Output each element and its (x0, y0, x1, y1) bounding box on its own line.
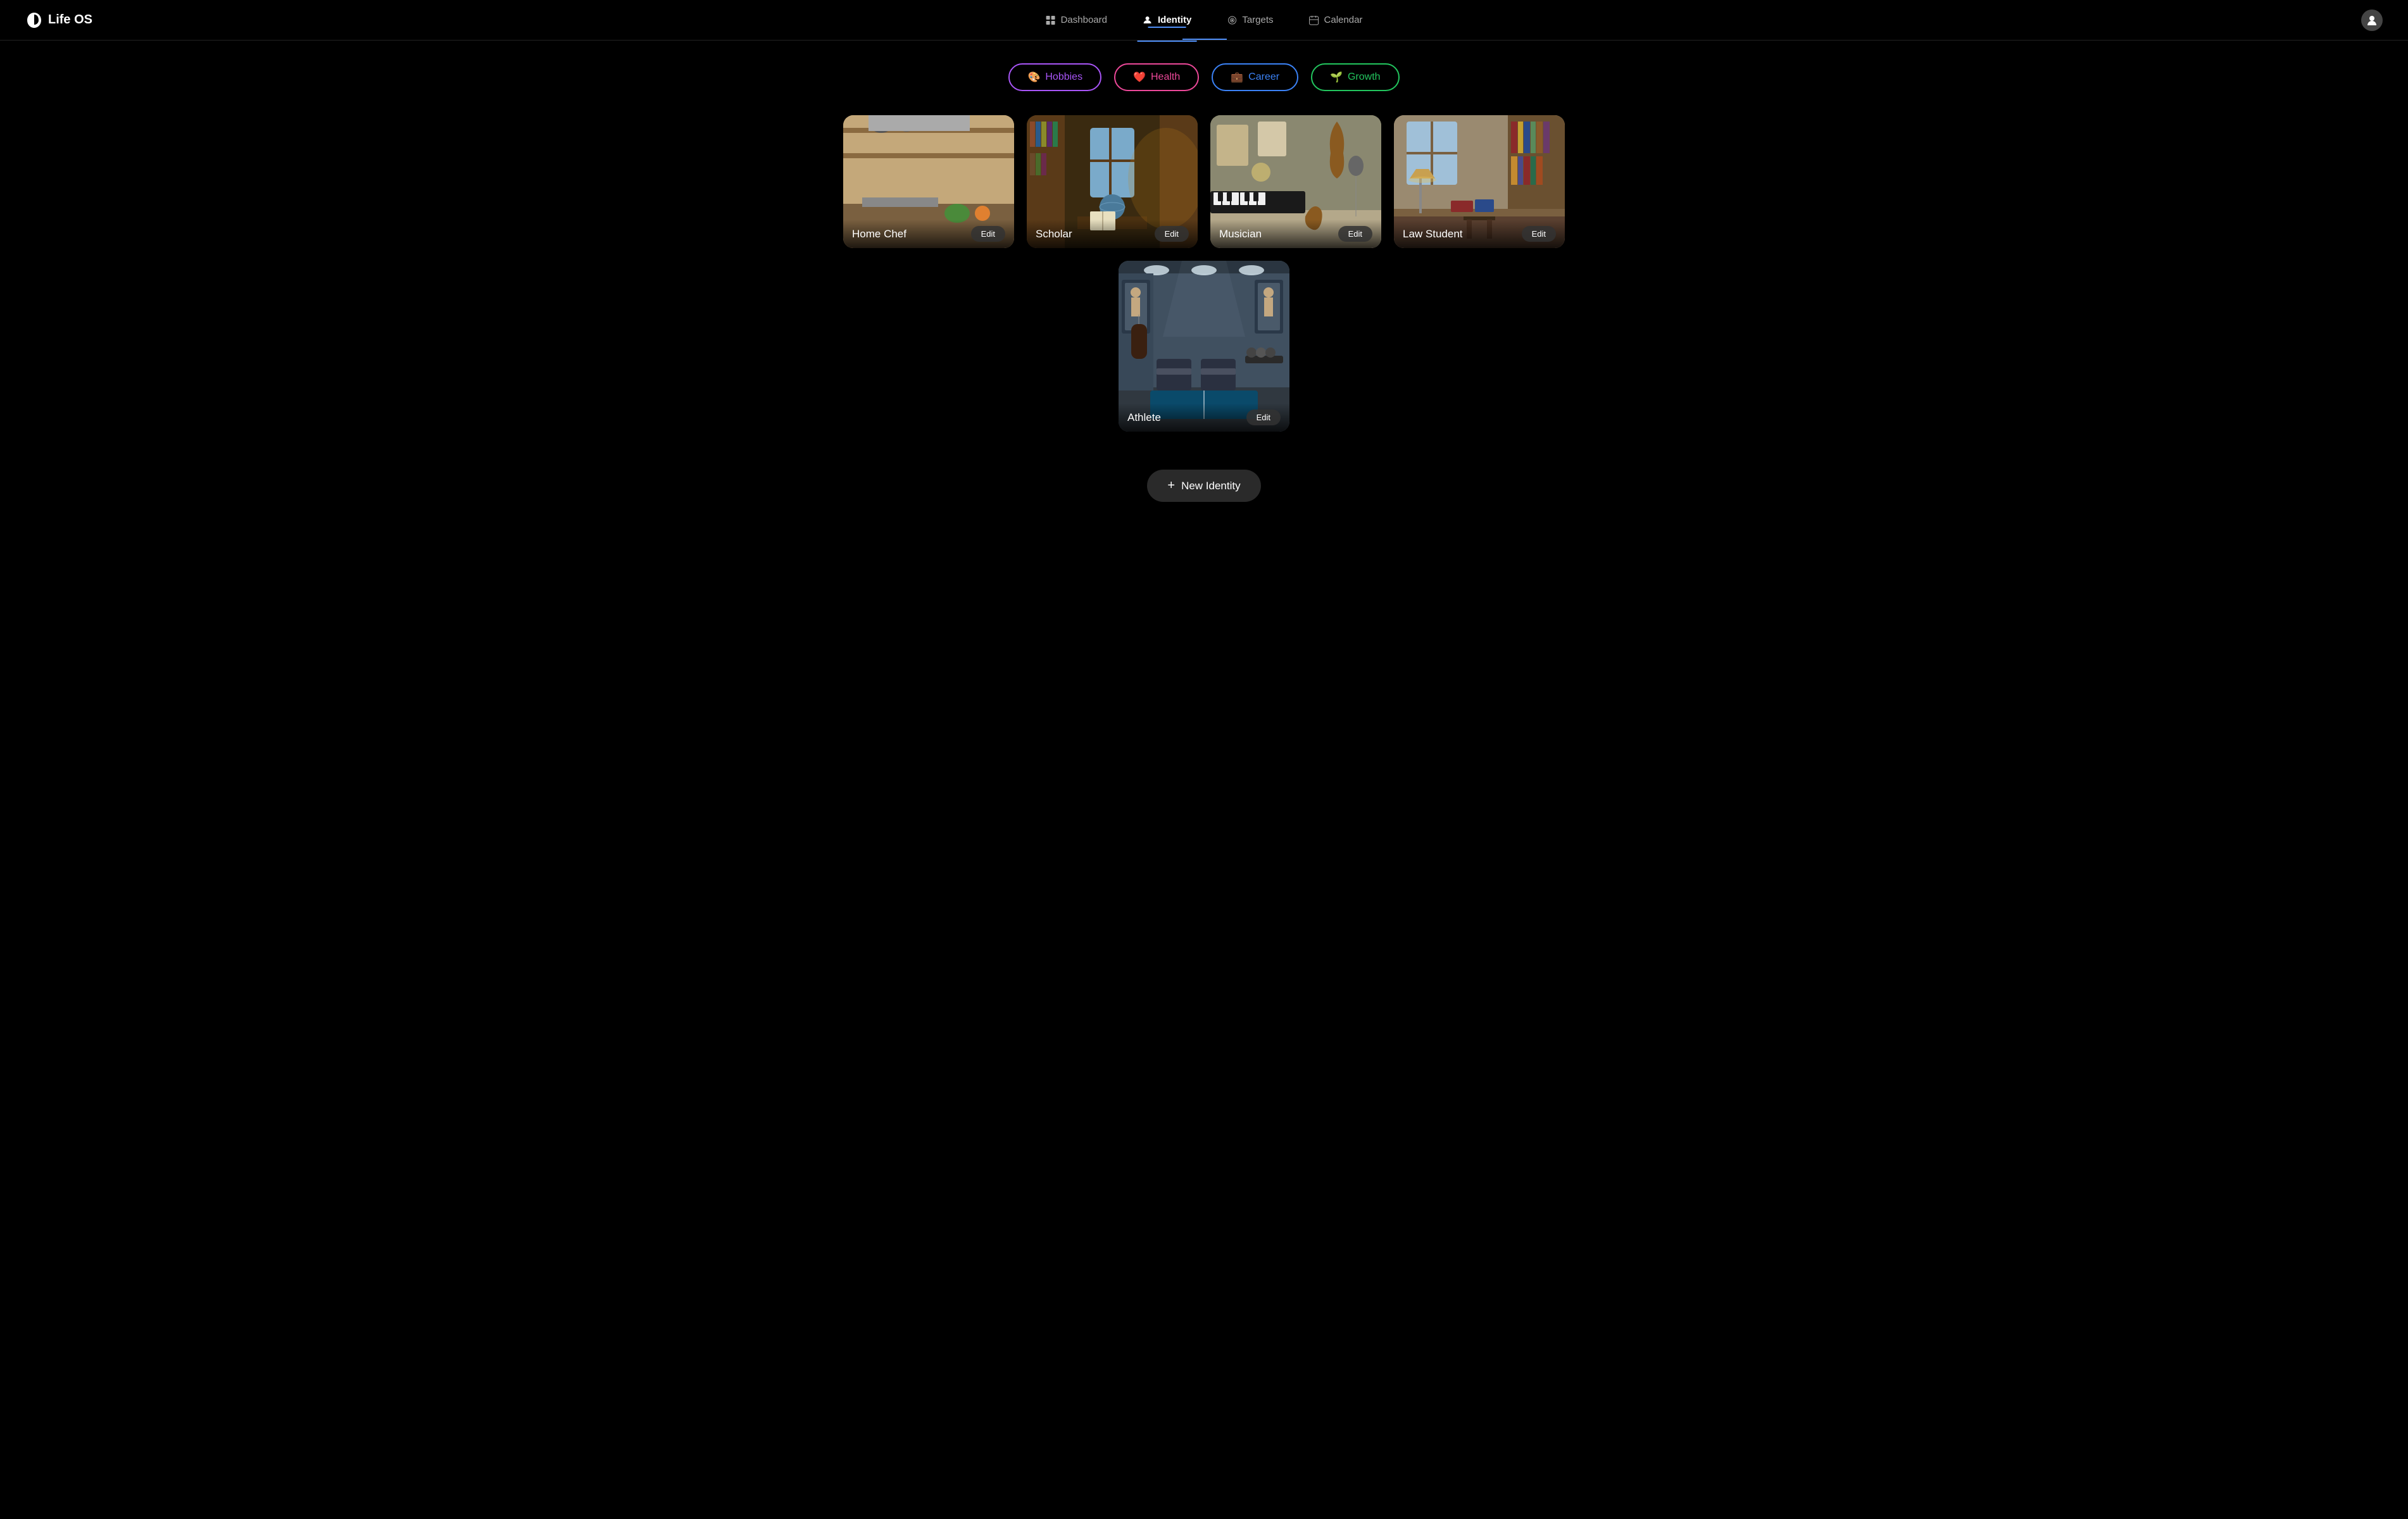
card-overlay-athlete: Athlete Edit (1119, 403, 1289, 432)
app-name: Life OS (48, 13, 92, 27)
nav-calendar[interactable]: Calendar (1304, 12, 1368, 28)
nav-identity[interactable]: Identity (1138, 12, 1196, 28)
card-overlay-law-student: Law Student Edit (1394, 220, 1565, 248)
health-icon: ❤️ (1133, 71, 1146, 84)
filter-hobbies[interactable]: 🎨 Hobbies (1008, 63, 1101, 91)
edit-athlete-button[interactable]: Edit (1246, 409, 1281, 425)
filter-career[interactable]: 💼 Career (1212, 63, 1298, 91)
career-icon: 💼 (1231, 71, 1243, 84)
app-logo[interactable]: Life OS (25, 11, 92, 29)
nav-active-indicator (1182, 39, 1227, 40)
edit-home-chef-button[interactable]: Edit (971, 226, 1005, 242)
identity-row-1: Home Chef Edit (843, 115, 1565, 248)
filter-bar: 🎨 Hobbies ❤️ Health 💼 Career 🌱 Growth (0, 41, 2408, 109)
card-title-law-student: Law Student (1403, 228, 1463, 241)
nav-dashboard-wrapper: Dashboard (1041, 12, 1112, 28)
nav-identity-wrapper: Identity (1138, 12, 1196, 28)
nav-targets-wrapper: Targets (1222, 12, 1278, 28)
identity-grid: Home Chef Edit (0, 109, 2408, 457)
identity-card-athlete[interactable]: Athlete Edit (1119, 261, 1289, 432)
identity-row-2: Athlete Edit (1119, 261, 1289, 432)
logo-icon (25, 11, 43, 29)
card-overlay-home-chef: Home Chef Edit (843, 220, 1014, 248)
avatar-icon (2366, 14, 2378, 27)
hobbies-icon: 🎨 (1027, 71, 1040, 84)
calendar-icon (1309, 15, 1319, 25)
card-title-athlete: Athlete (1127, 411, 1161, 424)
nav-targets[interactable]: Targets (1222, 12, 1278, 28)
card-title-musician: Musician (1219, 228, 1262, 241)
nav-center: Dashboard Identity Targets (1041, 12, 1368, 28)
plus-icon: + (1167, 478, 1175, 493)
filter-health[interactable]: ❤️ Health (1114, 63, 1199, 91)
identity-card-musician[interactable]: Musician Edit (1210, 115, 1381, 248)
edit-law-student-button[interactable]: Edit (1522, 226, 1556, 242)
card-title-home-chef: Home Chef (852, 228, 906, 241)
identity-card-scholar[interactable]: Scholar Edit (1027, 115, 1198, 248)
new-identity-button[interactable]: + New Identity (1147, 470, 1260, 502)
card-overlay-scholar: Scholar Edit (1027, 220, 1198, 248)
card-overlay-musician: Musician Edit (1210, 220, 1381, 248)
new-identity-section: + New Identity (0, 457, 2408, 527)
navigation: Life OS Dashboard Identity (0, 0, 2408, 41)
growth-icon: 🌱 (1330, 71, 1343, 84)
filter-growth[interactable]: 🌱 Growth (1311, 63, 1400, 91)
identity-card-law-student[interactable]: -- Desk --> Law (1394, 115, 1565, 248)
edit-scholar-button[interactable]: Edit (1155, 226, 1189, 242)
edit-musician-button[interactable]: Edit (1338, 226, 1372, 242)
card-title-scholar: Scholar (1036, 228, 1072, 241)
identity-icon (1143, 15, 1153, 25)
identity-card-home-chef[interactable]: Home Chef Edit (843, 115, 1014, 248)
dashboard-icon (1046, 15, 1056, 25)
targets-icon (1227, 15, 1237, 25)
nav-calendar-wrapper: Calendar (1304, 12, 1368, 28)
nav-dashboard[interactable]: Dashboard (1041, 12, 1112, 28)
user-avatar[interactable] (2361, 9, 2383, 31)
